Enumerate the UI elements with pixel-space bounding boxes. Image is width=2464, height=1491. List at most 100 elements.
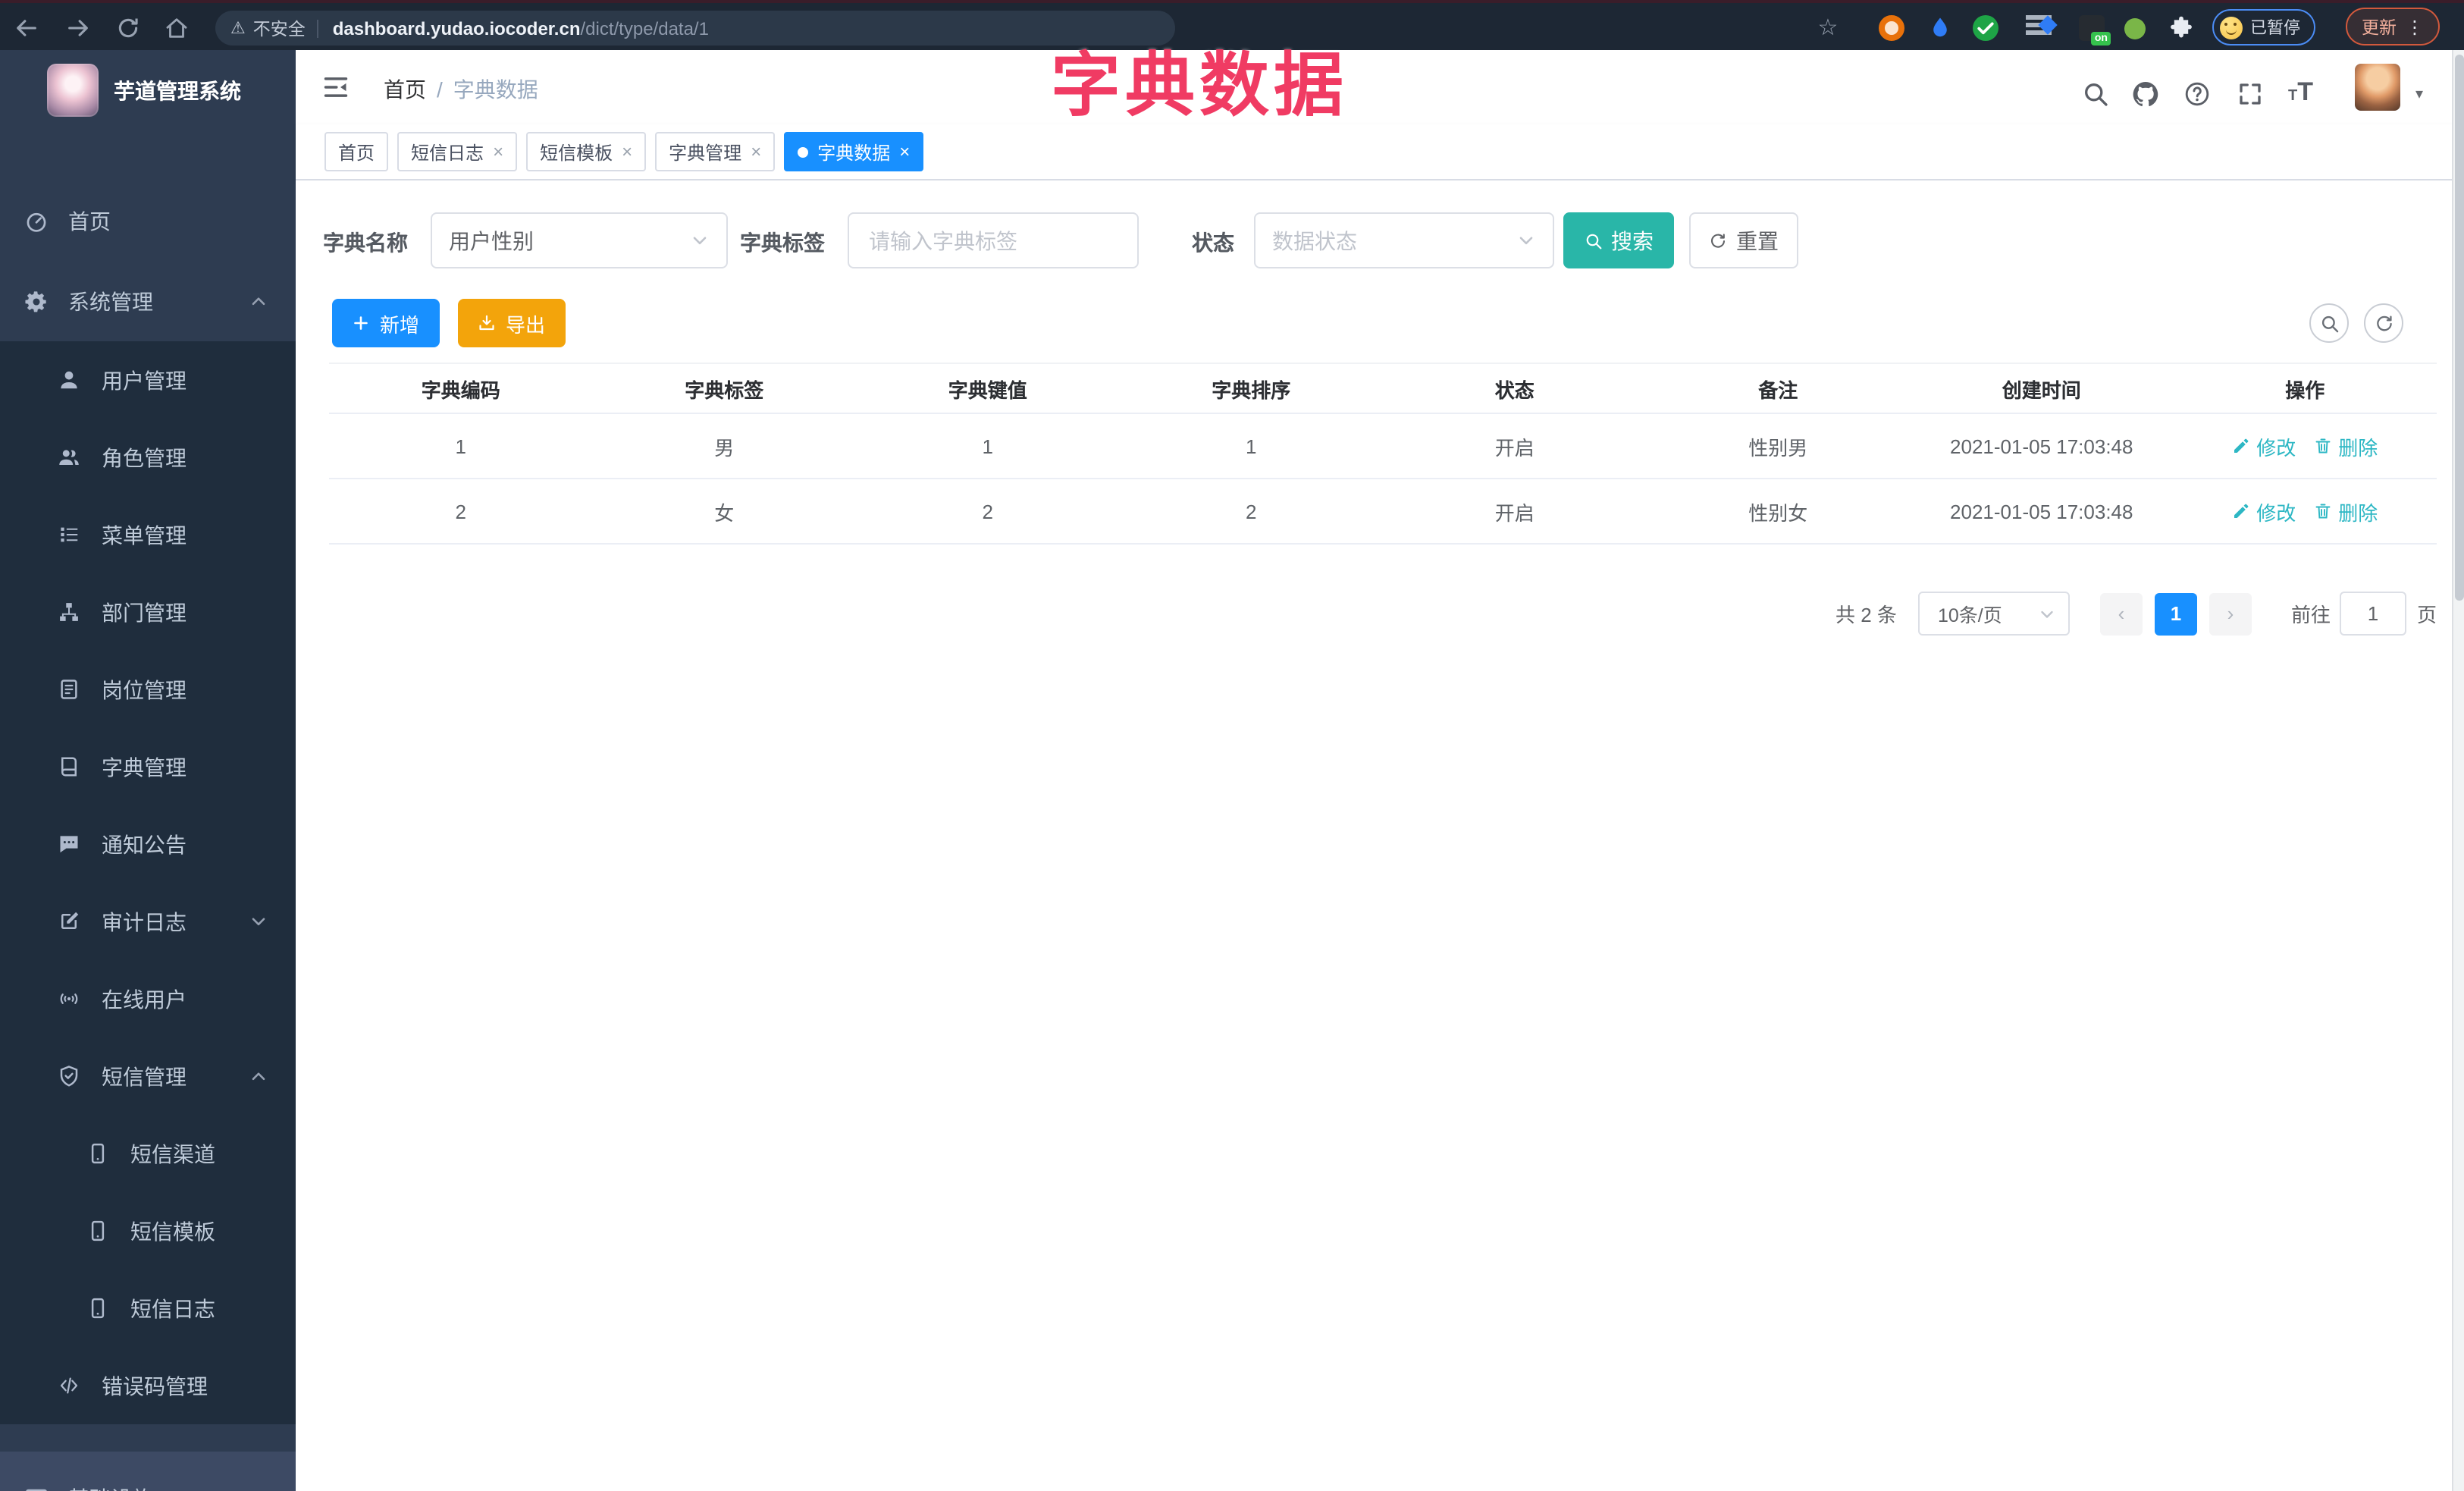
sidebar-item-system[interactable]: 系统管理 <box>0 261 296 341</box>
url-bar[interactable]: ⚠ 不安全 dashboard.yudao.iocoder.cn/dict/ty… <box>215 11 1175 46</box>
github-icon[interactable] <box>2132 80 2159 108</box>
cell-remark: 性别女 <box>1748 501 1808 524</box>
reset-button[interactable]: 重置 <box>1689 212 1798 268</box>
font-size-icon[interactable]: TT <box>2288 79 2313 105</box>
delete-link[interactable]: 删除 <box>2314 432 2378 460</box>
extension-icon-dark[interactable]: on <box>2079 15 2111 46</box>
add-button[interactable]: 新增 <box>332 299 440 347</box>
user-avatar[interactable] <box>2355 64 2400 111</box>
fullscreen-icon[interactable] <box>2237 80 2264 108</box>
app-logo-block[interactable]: 芋道管理系统 <box>0 50 296 130</box>
extension-icon-sprout[interactable] <box>2124 18 2146 39</box>
page-content: 字典名称 用户性别 字典标签 状态 数据状态 搜索 重置 <box>296 180 2464 1491</box>
extensions-puzzle-icon[interactable] <box>2168 15 2194 41</box>
col-header: 状态 <box>1494 378 1535 401</box>
sidebar-item-menus[interactable]: 菜单管理 <box>0 496 296 573</box>
tab-close-icon[interactable]: × <box>751 143 761 161</box>
tab-dict-manage[interactable]: 字典管理 × <box>655 132 776 171</box>
browser-menu-icon[interactable]: ⋮ <box>2406 17 2424 36</box>
profile-paused-chip[interactable]: 已暂停 <box>2212 9 2315 46</box>
export-button[interactable]: 导出 <box>458 299 566 347</box>
sidebar-item-label: 基础设施 <box>68 1483 153 1491</box>
sidebar-item-sms-log[interactable]: 短信日志 <box>0 1270 296 1347</box>
breadcrumb-home[interactable]: 首页 <box>384 77 426 102</box>
tab-sms-template[interactable]: 短信模板 × <box>526 132 647 171</box>
edit-link[interactable]: 修改 <box>2232 497 2296 526</box>
cell-actions: 修改 删除 <box>2174 414 2437 478</box>
scrollbar-thumb[interactable] <box>2455 55 2464 601</box>
breadcrumb: 首页 / 字典数据 <box>384 74 538 105</box>
sidebar-item-sms-channel[interactable]: 短信渠道 <box>0 1115 296 1192</box>
sidebar-item-roles[interactable]: 角色管理 <box>0 419 296 496</box>
sidebar-item-posts[interactable]: 岗位管理 <box>0 651 296 728</box>
extension-icon-bars[interactable] <box>2026 15 2058 41</box>
download-icon <box>478 314 497 332</box>
tab-sms-log[interactable]: 短信日志 × <box>397 132 518 171</box>
dict-tag-label: 字典标签 <box>740 231 825 255</box>
sidebar-item-users[interactable]: 用户管理 <box>0 341 296 419</box>
sidebar-item-home[interactable]: 首页 <box>0 180 296 261</box>
tab-dict-data[interactable]: 字典数据 × <box>784 132 924 171</box>
cell-created: 2021-01-05 17:03:48 <box>1950 435 2133 457</box>
col-header: 字典标签 <box>685 378 764 401</box>
sidebar-item-infrastructure[interactable]: 基础设施 <box>0 1452 296 1491</box>
status-select[interactable]: 数据状态 <box>1254 212 1554 268</box>
edit-link[interactable]: 修改 <box>2232 432 2296 460</box>
refresh-table-button[interactable] <box>2364 303 2403 343</box>
toggle-search-button[interactable] <box>2309 303 2349 343</box>
tab-label: 首页 <box>338 142 375 163</box>
current-page-button[interactable]: 1 <box>2154 592 2197 635</box>
paused-label: 已暂停 <box>2250 20 2300 38</box>
delete-link[interactable]: 删除 <box>2314 497 2378 526</box>
sidebar-item-audit-log[interactable]: 审计日志 <box>0 883 296 960</box>
breadcrumb-current: 字典数据 <box>453 77 538 102</box>
dict-tag-input[interactable] <box>866 227 1121 254</box>
browser-home-icon[interactable] <box>164 15 190 41</box>
chevron-down-icon <box>1516 231 1536 250</box>
user-icon <box>58 368 82 392</box>
bookmark-star-icon[interactable]: ☆ <box>1815 15 1841 41</box>
badge-icon <box>58 677 82 702</box>
browser-reload-icon[interactable] <box>115 15 141 41</box>
sidebar-item-sms[interactable]: 短信管理 <box>0 1037 296 1115</box>
header-search-icon[interactable] <box>2082 80 2109 108</box>
sidebar-item-dict[interactable]: 字典管理 <box>0 728 296 805</box>
chevron-up-icon <box>249 1066 268 1086</box>
tab-home[interactable]: 首页 <box>324 132 389 171</box>
sidebar-item-notice[interactable]: 通知公告 <box>0 805 296 883</box>
cell-label: 女 <box>714 501 735 524</box>
tab-close-icon[interactable]: × <box>622 143 632 161</box>
sidebar-item-error-codes[interactable]: 错误码管理 <box>0 1347 296 1424</box>
browser-back-icon[interactable] <box>14 15 39 41</box>
extension-icon-green-check[interactable] <box>1973 15 1998 41</box>
avatar-caret-down-icon[interactable]: ▾ <box>2415 86 2423 103</box>
page-size-select[interactable]: 10条/页 <box>1917 592 2070 636</box>
cell-code: 2 <box>455 500 466 523</box>
add-label: 新增 <box>379 313 419 336</box>
tab-close-icon[interactable]: × <box>493 143 503 161</box>
sidebar-collapse-icon[interactable] <box>321 73 350 102</box>
cell-code: 1 <box>455 435 466 457</box>
sidebar-item-online-users[interactable]: 在线用户 <box>0 960 296 1037</box>
cell-actions: 修改 删除 <box>2174 479 2437 543</box>
tab-close-icon[interactable]: × <box>899 143 910 161</box>
next-page-button[interactable]: › <box>2209 592 2252 635</box>
top-navbar: 首页 / 字典数据 TT ▾ <box>296 50 2464 124</box>
extension-icon-orange[interactable] <box>1879 15 1904 41</box>
browser-forward-icon[interactable] <box>65 15 91 41</box>
sidebar-item-label: 首页 <box>68 209 111 233</box>
prev-page-button[interactable]: ‹ <box>2099 592 2143 635</box>
sidebar-item-sms-template[interactable]: 短信模板 <box>0 1192 296 1270</box>
sidebar: 芋道管理系统 首页 系统管理 用户管理 角色管理 菜单管理 部门管理 岗位管理 … <box>0 50 296 1491</box>
sidebar-item-departments[interactable]: 部门管理 <box>0 573 296 651</box>
browser-update-button[interactable]: 更新 ⋮ <box>2346 8 2440 46</box>
search-button[interactable]: 搜索 <box>1563 212 1674 268</box>
goto-page-input[interactable] <box>2339 592 2406 636</box>
dict-name-select[interactable]: 用户性别 <box>431 212 728 268</box>
page-scrollbar <box>2452 50 2464 1491</box>
shield-check-icon <box>58 1064 82 1088</box>
chevron-down-icon <box>249 1488 268 1491</box>
help-icon[interactable] <box>2183 80 2211 108</box>
extension-icon-drop[interactable] <box>1927 15 1953 41</box>
cell-remark: 性别男 <box>1748 436 1808 459</box>
